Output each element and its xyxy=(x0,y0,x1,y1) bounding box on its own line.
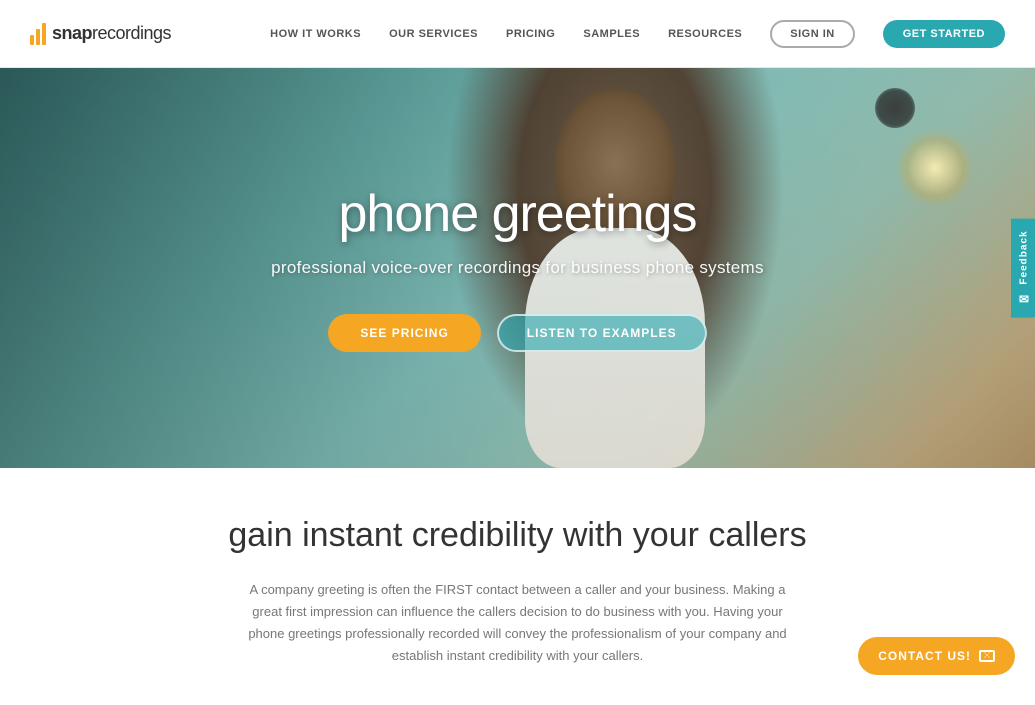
contact-us-button[interactable]: CONTACT US! xyxy=(858,637,1015,675)
hero-section: phone greetings professional voice-over … xyxy=(0,68,1035,468)
hero-content: phone greetings professional voice-over … xyxy=(0,68,1035,468)
nav-samples[interactable]: SAMPLES xyxy=(583,28,640,40)
logo-bar-1 xyxy=(30,35,34,45)
header: snaprecordings HOW IT WORKS OUR SERVICES… xyxy=(0,0,1035,68)
logo-bar-3 xyxy=(42,23,46,45)
section-credibility-title: gain instant credibility with your calle… xyxy=(30,516,1005,555)
hero-buttons: SEE PRICING LISTEN TO EXAMPLES xyxy=(328,314,706,352)
feedback-label: Feedback xyxy=(1019,230,1030,284)
feedback-tab[interactable]: ✉ Feedback xyxy=(1011,218,1035,317)
logo-bars-icon xyxy=(30,23,46,45)
section-credibility-body: A company greeting is often the FIRST co… xyxy=(238,579,798,667)
logo-bar-2 xyxy=(36,29,40,45)
contact-label: CONTACT US! xyxy=(878,649,971,663)
logo-text: snaprecordings xyxy=(52,23,171,44)
feedback-icon: ✉ xyxy=(1017,291,1031,306)
hero-subtitle: professional voice-over recordings for b… xyxy=(271,258,764,278)
main-nav: HOW IT WORKS OUR SERVICES PRICING SAMPLE… xyxy=(270,20,1005,48)
logo[interactable]: snaprecordings xyxy=(30,23,171,45)
sign-in-button[interactable]: SIGN IN xyxy=(770,20,854,48)
hero-title: phone greetings xyxy=(339,184,697,244)
nav-our-services[interactable]: OUR SERVICES xyxy=(389,28,478,40)
nav-how-it-works[interactable]: HOW IT WORKS xyxy=(270,28,361,40)
nav-pricing[interactable]: PRICING xyxy=(506,28,555,40)
nav-resources[interactable]: RESOURCES xyxy=(668,28,742,40)
see-pricing-button[interactable]: SEE PRICING xyxy=(328,314,480,352)
listen-examples-button[interactable]: LISTEN TO EXAMPLES xyxy=(497,314,707,352)
envelope-icon xyxy=(979,650,995,662)
get-started-button[interactable]: GET STARTED xyxy=(883,20,1005,48)
